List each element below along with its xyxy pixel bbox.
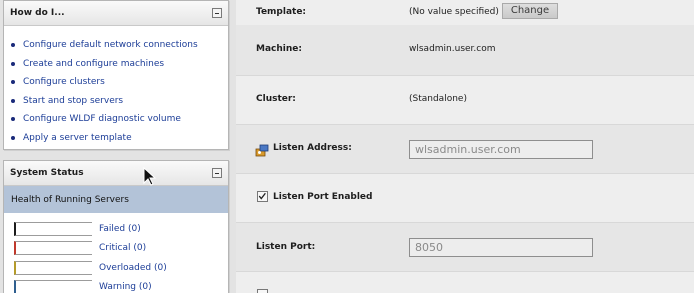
partial-checkbox[interactable] — [257, 289, 268, 293]
bullet-icon — [11, 80, 15, 85]
link-start-stop-servers[interactable]: Start and stop servers — [23, 96, 123, 106]
bullet-icon — [11, 135, 15, 140]
status-bar-critical — [14, 241, 92, 256]
listen-address-row: Listen Address: wlsadmin.user.com — [236, 125, 694, 173]
status-row-failed: Failed (0) — [4, 219, 228, 239]
status-row-overloaded: Overloaded (0) — [4, 258, 228, 278]
change-button[interactable]: Change — [502, 3, 558, 19]
system-status-header: System Status — [4, 161, 228, 186]
machine-row: Machine: wlsadmin.user.com — [236, 25, 694, 75]
list-item: Configure default network connections — [11, 36, 228, 55]
mouse-pointer-icon — [143, 167, 157, 186]
status-bar-failed — [14, 221, 92, 236]
cluster-value: (Standalone) — [409, 94, 467, 104]
network-address-icon — [255, 144, 269, 157]
bullet-icon — [11, 61, 15, 66]
machine-value: wlsadmin.user.com — [409, 44, 496, 54]
template-label: Template: — [256, 7, 307, 17]
status-rows: Failed (0) Critical (0) Overloaded (0) W… — [4, 213, 228, 293]
how-do-i-panel: How do I... Configure default network co… — [3, 0, 229, 150]
status-bar-overloaded — [14, 260, 92, 275]
machine-label: Machine: — [256, 44, 302, 54]
bullet-icon — [11, 43, 15, 48]
status-row-warning: Warning (0) — [4, 278, 228, 293]
template-row: Template: (No value specified) Change — [236, 0, 694, 25]
listen-port-enabled-label: Listen Port Enabled — [273, 192, 373, 202]
listen-port-label: Listen Port: — [256, 242, 316, 252]
health-header: Health of Running Servers — [4, 186, 228, 213]
checkmark-icon — [258, 192, 266, 200]
list-item: Configure clusters — [11, 73, 228, 92]
next-row-partial — [236, 272, 694, 293]
link-configure-wldf[interactable]: Configure WLDF diagnostic volume — [23, 114, 181, 124]
link-configure-clusters[interactable]: Configure clusters — [23, 77, 105, 87]
status-bar-warning — [14, 280, 92, 293]
link-warning[interactable]: Warning (0) — [99, 282, 152, 292]
link-overloaded[interactable]: Overloaded (0) — [99, 263, 167, 273]
listen-port-row: Listen Port: 8050 — [236, 223, 694, 271]
link-critical[interactable]: Critical (0) — [99, 243, 146, 253]
status-row-critical: Critical (0) — [4, 239, 228, 259]
list-item: Create and configure machines — [11, 55, 228, 74]
listen-port-enabled-row: Listen Port Enabled — [236, 174, 694, 222]
collapse-icon[interactable] — [212, 168, 222, 178]
list-item: Configure WLDF diagnostic volume — [11, 110, 228, 129]
listen-address-label: Listen Address: — [273, 143, 352, 153]
link-configure-network[interactable]: Configure default network connections — [23, 40, 198, 50]
cluster-row: Cluster: (Standalone) — [236, 76, 694, 124]
system-status-panel: System Status Health of Running Servers … — [3, 160, 229, 293]
link-failed[interactable]: Failed (0) — [99, 224, 141, 234]
link-create-machines[interactable]: Create and configure machines — [23, 59, 164, 69]
cluster-label: Cluster: — [256, 94, 296, 104]
link-apply-template[interactable]: Apply a server template — [23, 133, 132, 143]
how-do-i-list: Configure default network connections Cr… — [4, 26, 228, 147]
server-configuration-form: Template: (No value specified) Change Ma… — [236, 0, 694, 293]
how-do-i-title: How do I... — [10, 8, 65, 18]
listen-address-input[interactable]: wlsadmin.user.com — [409, 140, 593, 159]
listen-port-input[interactable]: 8050 — [409, 238, 593, 257]
collapse-icon[interactable] — [212, 8, 222, 18]
how-do-i-header: How do I... — [4, 1, 228, 26]
listen-port-enabled-checkbox[interactable] — [257, 191, 268, 202]
list-item: Apply a server template — [11, 129, 228, 148]
bullet-icon — [11, 117, 15, 122]
system-status-title: System Status — [10, 168, 84, 178]
bullet-icon — [11, 98, 15, 103]
health-header-label: Health of Running Servers — [11, 194, 129, 205]
list-item: Start and stop servers — [11, 92, 228, 111]
template-value: (No value specified) — [409, 7, 499, 17]
